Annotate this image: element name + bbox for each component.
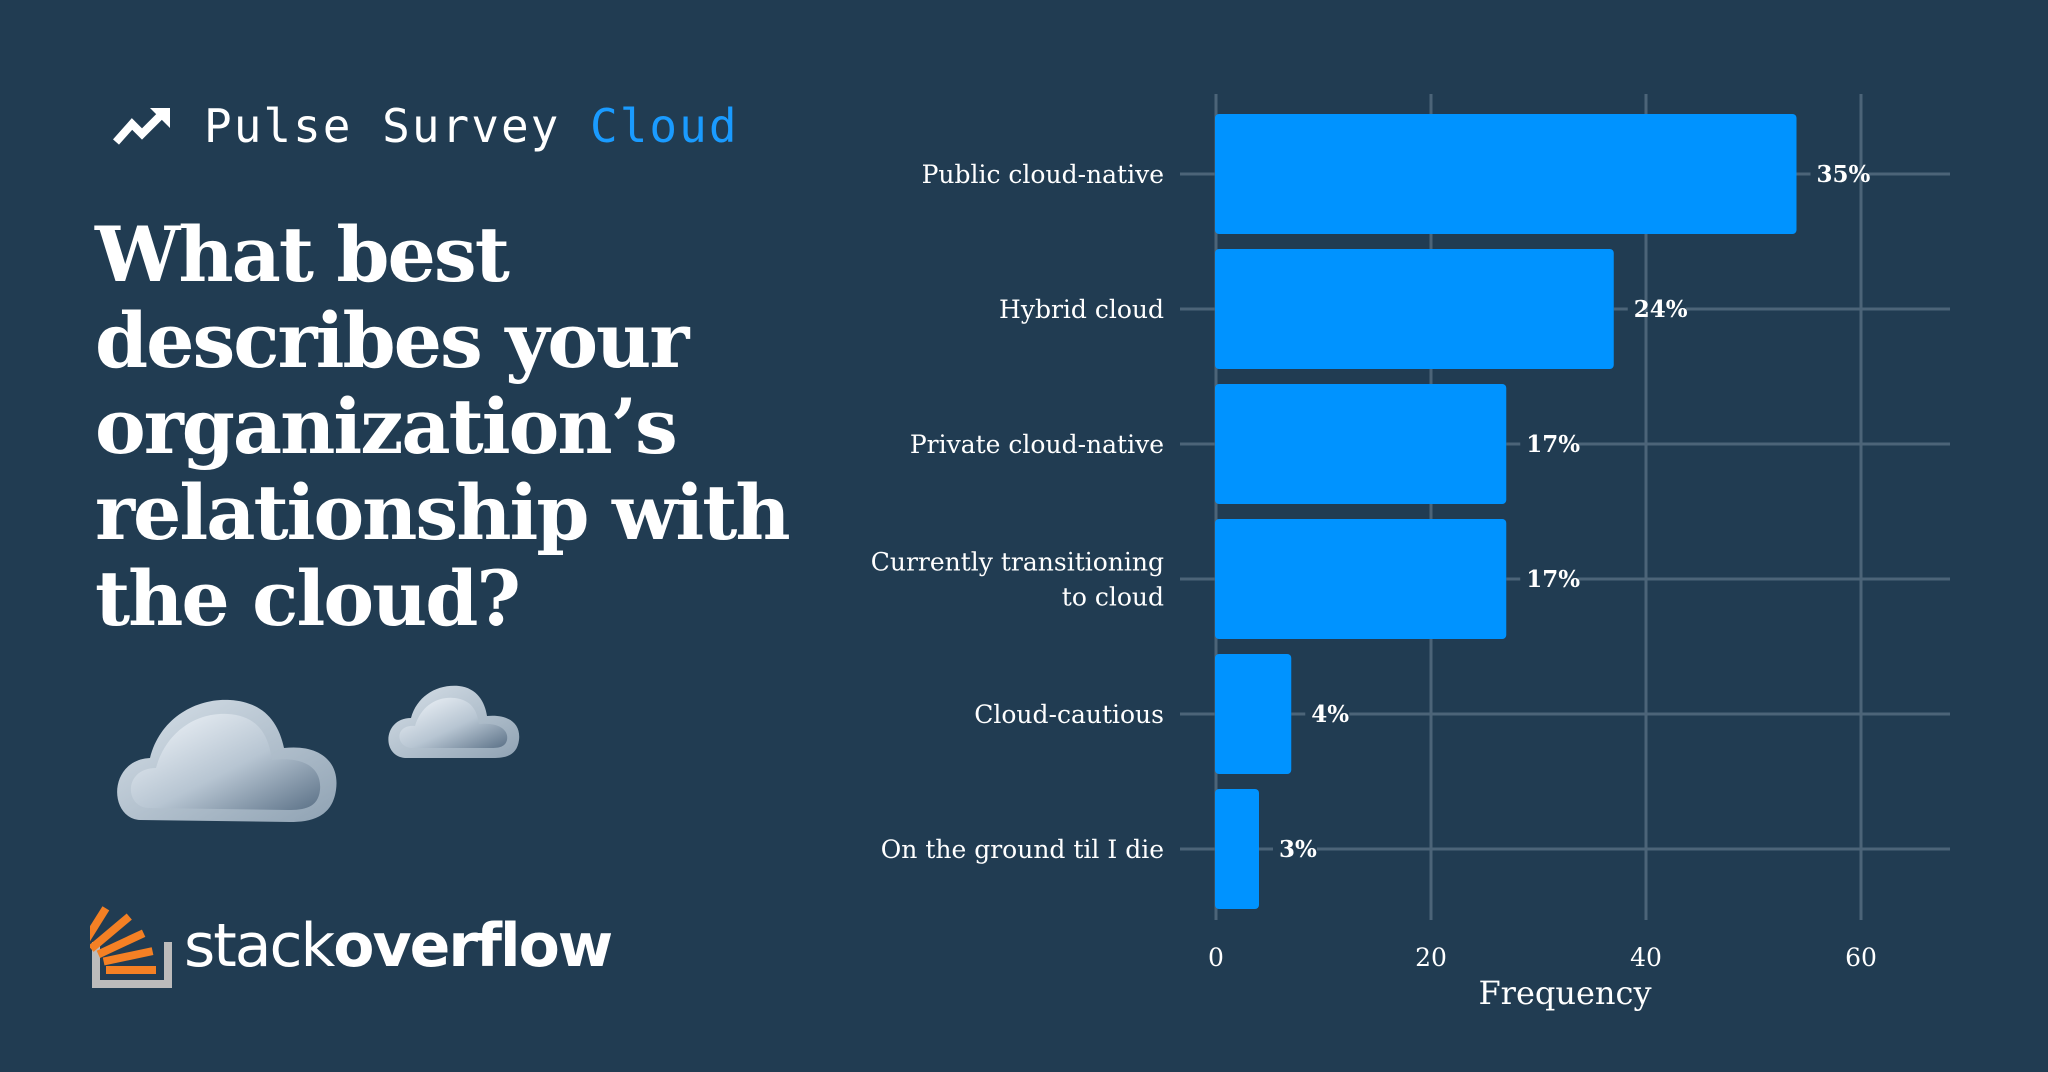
bar[interactable] [1215, 114, 1797, 234]
category-label: Cloud-cautious [974, 700, 1164, 729]
stackoverflow-logo: stackoverflow [90, 886, 613, 990]
x-tick-label: 60 [1845, 943, 1877, 972]
question-line: organization’s [95, 382, 678, 471]
x-tick-label: 0 [1208, 943, 1224, 972]
clouds-illustration [117, 685, 520, 822]
bar[interactable] [1215, 654, 1292, 774]
category-label: Currently transitioning to cloud [871, 548, 1164, 612]
left-panel: Pulse Survey Cloud What best describes y… [0, 0, 840, 1072]
brand-prefix: Pulse Survey [204, 99, 561, 153]
x-axis-title: Frequency [1478, 974, 1651, 1012]
x-tick-label: 40 [1630, 943, 1662, 972]
bar-value-label: 17% [1526, 566, 1580, 593]
bar-value-label: 3% [1279, 836, 1317, 863]
question-line: What best [95, 210, 510, 299]
category-label-line: to cloud [1062, 583, 1164, 612]
category-label: Private cloud-native [910, 430, 1164, 459]
bar-value-label: 24% [1634, 296, 1688, 323]
cloud-icon-small [388, 685, 520, 758]
brand-title: Pulse Survey Cloud [204, 99, 739, 153]
category-label-line: Cloud-cautious [974, 700, 1164, 729]
bar[interactable] [1215, 789, 1259, 909]
question-line: describes your [95, 296, 689, 385]
stackoverflow-mark-icon [90, 906, 172, 988]
category-label-line: Public cloud-native [922, 160, 1164, 189]
category-label: On the ground til I die [881, 835, 1164, 864]
brand-accent: Cloud [590, 99, 739, 153]
stackoverflow-wordmark: stackoverflow [184, 916, 613, 976]
category-label-line: Currently transitioning [871, 548, 1164, 577]
bar-value-label: 17% [1526, 431, 1580, 458]
category-label-line: Hybrid cloud [999, 295, 1164, 324]
wordmark-bold: overflow [333, 911, 613, 981]
question-title: What best describes your organization’s … [95, 212, 835, 642]
bar-value-label: 4% [1311, 701, 1349, 728]
category-label: Hybrid cloud [999, 295, 1164, 324]
bar-value-label: 35% [1817, 161, 1871, 188]
question-line: relationship with [95, 468, 791, 557]
x-tick-label: 20 [1415, 943, 1447, 972]
category-label-line: Private cloud-native [910, 430, 1164, 459]
bars-layer [1215, 114, 1797, 909]
category-label: Public cloud-native [922, 160, 1164, 189]
bar[interactable] [1215, 249, 1614, 369]
brand-header: Pulse Survey Cloud [112, 96, 739, 156]
category-label-line: On the ground til I die [881, 835, 1164, 864]
question-line: the cloud? [95, 554, 521, 643]
cloud-icon-large [117, 699, 337, 822]
bar[interactable] [1215, 519, 1507, 639]
bar[interactable] [1215, 384, 1507, 504]
wordmark-light: stack [184, 911, 335, 981]
trending-up-icon [113, 108, 170, 145]
